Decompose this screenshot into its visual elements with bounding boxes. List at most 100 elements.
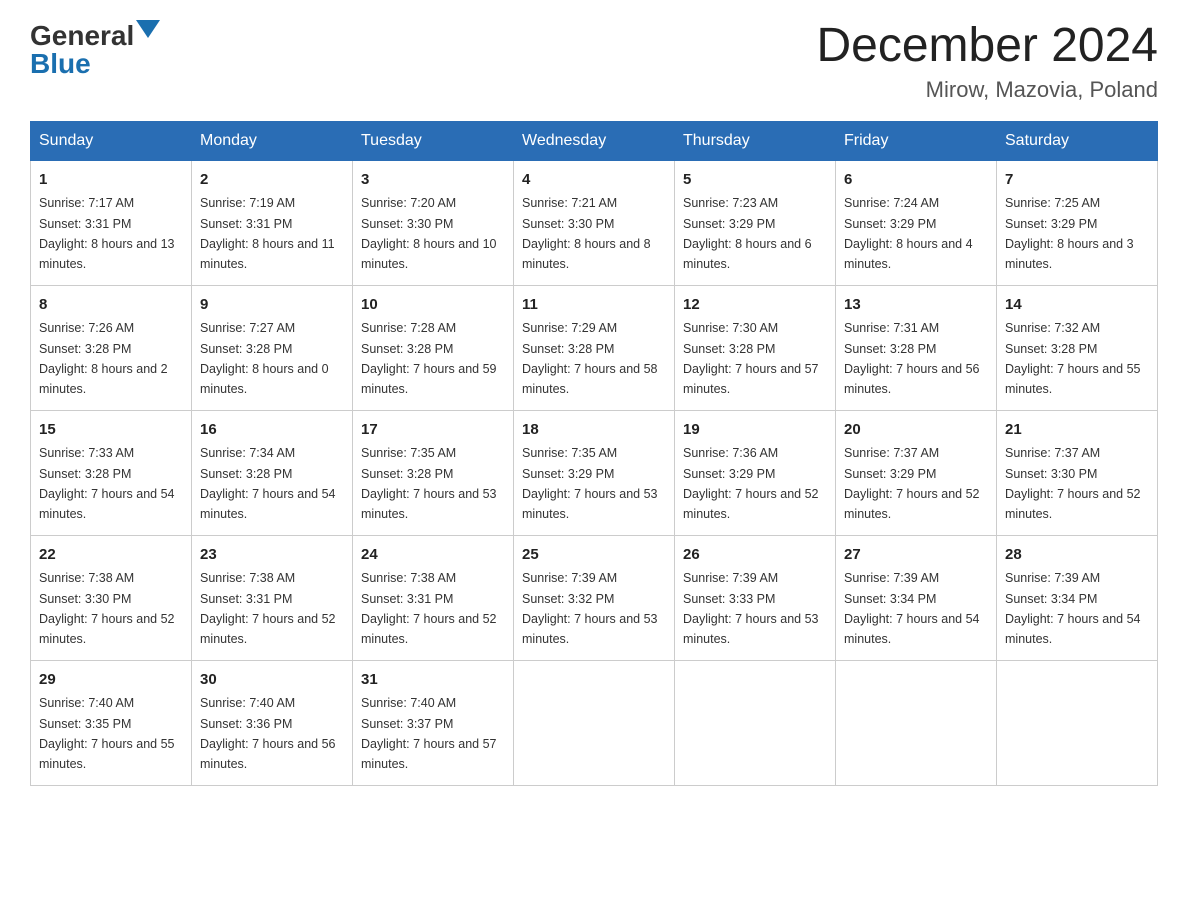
calendar-cell: 5 Sunrise: 7:23 AMSunset: 3:29 PMDayligh…: [675, 160, 836, 285]
calendar-cell: 26 Sunrise: 7:39 AMSunset: 3:33 PMDaylig…: [675, 535, 836, 660]
day-info: Sunrise: 7:31 AMSunset: 3:28 PMDaylight:…: [844, 321, 980, 396]
day-number: 18: [522, 419, 666, 442]
calendar-cell: 7 Sunrise: 7:25 AMSunset: 3:29 PMDayligh…: [997, 160, 1158, 285]
day-info: Sunrise: 7:35 AMSunset: 3:28 PMDaylight:…: [361, 446, 497, 521]
day-number: 17: [361, 419, 505, 442]
day-info: Sunrise: 7:37 AMSunset: 3:29 PMDaylight:…: [844, 446, 980, 521]
calendar-cell: 8 Sunrise: 7:26 AMSunset: 3:28 PMDayligh…: [31, 285, 192, 410]
logo-triangle-icon: [136, 20, 160, 44]
column-header-monday: Monday: [192, 121, 353, 160]
day-info: Sunrise: 7:36 AMSunset: 3:29 PMDaylight:…: [683, 446, 819, 521]
calendar-week-row: 15 Sunrise: 7:33 AMSunset: 3:28 PMDaylig…: [31, 410, 1158, 535]
calendar-cell: 15 Sunrise: 7:33 AMSunset: 3:28 PMDaylig…: [31, 410, 192, 535]
calendar-week-row: 22 Sunrise: 7:38 AMSunset: 3:30 PMDaylig…: [31, 535, 1158, 660]
title-block: December 2024 Mirow, Mazovia, Poland: [816, 20, 1158, 103]
day-number: 16: [200, 419, 344, 442]
calendar-cell: 2 Sunrise: 7:19 AMSunset: 3:31 PMDayligh…: [192, 160, 353, 285]
calendar-cell: [675, 660, 836, 785]
calendar-cell: [836, 660, 997, 785]
day-info: Sunrise: 7:38 AMSunset: 3:31 PMDaylight:…: [200, 571, 336, 646]
day-info: Sunrise: 7:39 AMSunset: 3:34 PMDaylight:…: [844, 571, 980, 646]
calendar-cell: 14 Sunrise: 7:32 AMSunset: 3:28 PMDaylig…: [997, 285, 1158, 410]
logo-blue-text: Blue: [30, 48, 91, 80]
calendar-cell: 28 Sunrise: 7:39 AMSunset: 3:34 PMDaylig…: [997, 535, 1158, 660]
day-info: Sunrise: 7:39 AMSunset: 3:32 PMDaylight:…: [522, 571, 658, 646]
day-number: 30: [200, 669, 344, 692]
day-number: 29: [39, 669, 183, 692]
day-number: 28: [1005, 544, 1149, 567]
calendar-title: December 2024: [816, 20, 1158, 73]
column-header-sunday: Sunday: [31, 121, 192, 160]
day-number: 21: [1005, 419, 1149, 442]
day-number: 11: [522, 294, 666, 317]
day-number: 26: [683, 544, 827, 567]
day-number: 20: [844, 419, 988, 442]
day-number: 3: [361, 169, 505, 192]
day-number: 27: [844, 544, 988, 567]
calendar-cell: [997, 660, 1158, 785]
calendar-cell: 29 Sunrise: 7:40 AMSunset: 3:35 PMDaylig…: [31, 660, 192, 785]
calendar-cell: 11 Sunrise: 7:29 AMSunset: 3:28 PMDaylig…: [514, 285, 675, 410]
day-info: Sunrise: 7:30 AMSunset: 3:28 PMDaylight:…: [683, 321, 819, 396]
column-header-wednesday: Wednesday: [514, 121, 675, 160]
day-number: 14: [1005, 294, 1149, 317]
day-info: Sunrise: 7:38 AMSunset: 3:31 PMDaylight:…: [361, 571, 497, 646]
column-header-saturday: Saturday: [997, 121, 1158, 160]
calendar-cell: 23 Sunrise: 7:38 AMSunset: 3:31 PMDaylig…: [192, 535, 353, 660]
column-header-tuesday: Tuesday: [353, 121, 514, 160]
calendar-header-row: SundayMondayTuesdayWednesdayThursdayFrid…: [31, 121, 1158, 160]
day-info: Sunrise: 7:17 AMSunset: 3:31 PMDaylight:…: [39, 196, 175, 271]
calendar-cell: 27 Sunrise: 7:39 AMSunset: 3:34 PMDaylig…: [836, 535, 997, 660]
day-info: Sunrise: 7:40 AMSunset: 3:37 PMDaylight:…: [361, 696, 497, 771]
calendar-cell: 4 Sunrise: 7:21 AMSunset: 3:30 PMDayligh…: [514, 160, 675, 285]
day-number: 10: [361, 294, 505, 317]
calendar-cell: 16 Sunrise: 7:34 AMSunset: 3:28 PMDaylig…: [192, 410, 353, 535]
day-number: 25: [522, 544, 666, 567]
day-info: Sunrise: 7:24 AMSunset: 3:29 PMDaylight:…: [844, 196, 973, 271]
calendar-subtitle: Mirow, Mazovia, Poland: [816, 77, 1158, 103]
day-info: Sunrise: 7:39 AMSunset: 3:33 PMDaylight:…: [683, 571, 819, 646]
calendar-week-row: 29 Sunrise: 7:40 AMSunset: 3:35 PMDaylig…: [31, 660, 1158, 785]
calendar-cell: 21 Sunrise: 7:37 AMSunset: 3:30 PMDaylig…: [997, 410, 1158, 535]
day-info: Sunrise: 7:20 AMSunset: 3:30 PMDaylight:…: [361, 196, 497, 271]
calendar-cell: 18 Sunrise: 7:35 AMSunset: 3:29 PMDaylig…: [514, 410, 675, 535]
calendar-cell: 6 Sunrise: 7:24 AMSunset: 3:29 PMDayligh…: [836, 160, 997, 285]
day-info: Sunrise: 7:28 AMSunset: 3:28 PMDaylight:…: [361, 321, 497, 396]
day-info: Sunrise: 7:21 AMSunset: 3:30 PMDaylight:…: [522, 196, 651, 271]
day-number: 4: [522, 169, 666, 192]
day-number: 8: [39, 294, 183, 317]
calendar-week-row: 1 Sunrise: 7:17 AMSunset: 3:31 PMDayligh…: [31, 160, 1158, 285]
day-number: 24: [361, 544, 505, 567]
day-number: 7: [1005, 169, 1149, 192]
calendar-cell: 25 Sunrise: 7:39 AMSunset: 3:32 PMDaylig…: [514, 535, 675, 660]
day-number: 9: [200, 294, 344, 317]
day-number: 5: [683, 169, 827, 192]
calendar-cell: 13 Sunrise: 7:31 AMSunset: 3:28 PMDaylig…: [836, 285, 997, 410]
day-info: Sunrise: 7:25 AMSunset: 3:29 PMDaylight:…: [1005, 196, 1134, 271]
calendar-cell: 20 Sunrise: 7:37 AMSunset: 3:29 PMDaylig…: [836, 410, 997, 535]
day-info: Sunrise: 7:23 AMSunset: 3:29 PMDaylight:…: [683, 196, 812, 271]
day-info: Sunrise: 7:39 AMSunset: 3:34 PMDaylight:…: [1005, 571, 1141, 646]
day-info: Sunrise: 7:32 AMSunset: 3:28 PMDaylight:…: [1005, 321, 1141, 396]
day-number: 1: [39, 169, 183, 192]
calendar-cell: [514, 660, 675, 785]
calendar-cell: 31 Sunrise: 7:40 AMSunset: 3:37 PMDaylig…: [353, 660, 514, 785]
calendar-table: SundayMondayTuesdayWednesdayThursdayFrid…: [30, 121, 1158, 786]
calendar-cell: 3 Sunrise: 7:20 AMSunset: 3:30 PMDayligh…: [353, 160, 514, 285]
day-info: Sunrise: 7:33 AMSunset: 3:28 PMDaylight:…: [39, 446, 175, 521]
day-number: 15: [39, 419, 183, 442]
day-info: Sunrise: 7:19 AMSunset: 3:31 PMDaylight:…: [200, 196, 335, 271]
calendar-cell: 9 Sunrise: 7:27 AMSunset: 3:28 PMDayligh…: [192, 285, 353, 410]
day-number: 19: [683, 419, 827, 442]
day-number: 13: [844, 294, 988, 317]
calendar-cell: 1 Sunrise: 7:17 AMSunset: 3:31 PMDayligh…: [31, 160, 192, 285]
day-number: 12: [683, 294, 827, 317]
calendar-cell: 17 Sunrise: 7:35 AMSunset: 3:28 PMDaylig…: [353, 410, 514, 535]
calendar-cell: 24 Sunrise: 7:38 AMSunset: 3:31 PMDaylig…: [353, 535, 514, 660]
page-header: General Blue December 2024 Mirow, Mazovi…: [30, 20, 1158, 103]
day-info: Sunrise: 7:37 AMSunset: 3:30 PMDaylight:…: [1005, 446, 1141, 521]
calendar-cell: 22 Sunrise: 7:38 AMSunset: 3:30 PMDaylig…: [31, 535, 192, 660]
calendar-cell: 12 Sunrise: 7:30 AMSunset: 3:28 PMDaylig…: [675, 285, 836, 410]
day-number: 31: [361, 669, 505, 692]
day-info: Sunrise: 7:27 AMSunset: 3:28 PMDaylight:…: [200, 321, 329, 396]
